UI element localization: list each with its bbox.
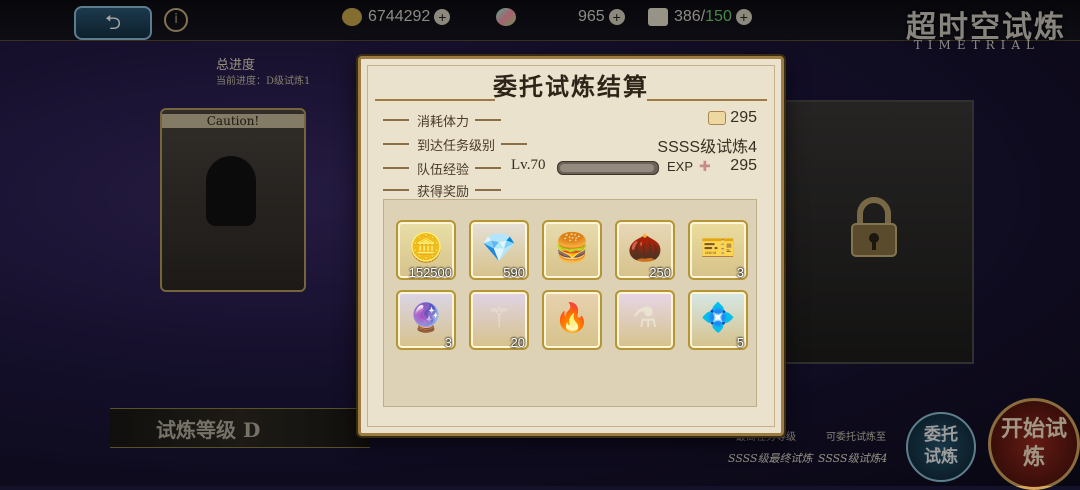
reward-item[interactable]: 🎫 3	[688, 220, 748, 280]
stamina-cost-value: 295	[730, 109, 757, 126]
stamina-cost-value-group: 295	[708, 109, 757, 127]
title-divider-left	[375, 99, 495, 101]
fire-emblem-icon: 🔥	[554, 301, 590, 334]
reward-item[interactable]: ⚚ 20	[469, 290, 529, 350]
gold-coin-icon: 🪙	[408, 231, 444, 264]
reward-item[interactable]: 💠 5	[688, 290, 748, 350]
stamina-cost-label: 消耗体力	[383, 111, 502, 130]
reward-quantity: 250	[649, 265, 671, 280]
reward-item[interactable]: 🌰 250	[615, 220, 675, 280]
reward-quantity: 20	[510, 335, 525, 350]
title-divider-right	[647, 99, 767, 101]
reward-quantity: 3	[736, 265, 744, 280]
team-exp-label: 队伍经验	[383, 159, 502, 178]
rewards-row: 获得奖励	[383, 181, 757, 201]
exp-progress-fill	[560, 164, 654, 172]
exp-value: 295	[730, 157, 757, 174]
potion-flask-icon: ⚗	[632, 301, 658, 334]
reward-item[interactable]: 🪙 152500	[396, 220, 456, 280]
reward-quantity: 152500	[408, 265, 452, 280]
rainbow-crystal-icon: 💎	[481, 231, 517, 264]
mission-level-row: 到达任务级别 SSSS级试炼4	[383, 135, 757, 156]
reward-item[interactable]: 🔥	[542, 290, 602, 350]
ticket-card-icon: 🎫	[700, 231, 736, 264]
reward-item[interactable]: ⚗	[615, 290, 675, 350]
exp-plus-icon: ✚	[699, 159, 711, 175]
exp-progress-bar	[557, 161, 659, 175]
team-level: Lv.70	[511, 157, 546, 173]
reward-panel: 🪙 152500 💎 590 🍔 🌰 250 🎫 3 🔮 3 ⚚ 20 🔥 ⚗ 💠 5	[383, 199, 757, 407]
blue-staff-icon: 🔮	[408, 301, 444, 334]
reward-item[interactable]: 💎 590	[469, 220, 529, 280]
reward-item[interactable]: 🔮 3	[396, 290, 456, 350]
burger-icon: 🍔	[554, 231, 590, 264]
team-exp-row: 队伍经验 Lv.70 EXP ✚ 295	[383, 157, 757, 179]
reward-quantity: 3	[444, 335, 452, 350]
red-seed-icon: 🌰	[627, 231, 663, 264]
reward-item[interactable]: 🍔	[542, 220, 602, 280]
ore-icon	[708, 110, 727, 125]
rewards-label: 获得奖励	[383, 181, 502, 200]
dark-scepter-icon: ⚚	[486, 301, 512, 334]
exp-text: EXP	[667, 159, 694, 174]
cyan-crystal-icon: 💠	[700, 301, 736, 334]
reward-quantity: 590	[503, 265, 525, 280]
settlement-modal: 委托试炼结算 消耗体力 295 到达任务级别 SSSS级试炼4 队伍经验 Lv.…	[358, 56, 784, 436]
stamina-cost-row: 消耗体力 295	[383, 109, 757, 131]
mission-level-label: 到达任务级别	[383, 135, 528, 154]
reward-quantity: 5	[736, 335, 744, 350]
modal-title: 委托试炼结算	[493, 72, 649, 101]
mission-level-value: SSSS级试炼4	[657, 139, 757, 156]
